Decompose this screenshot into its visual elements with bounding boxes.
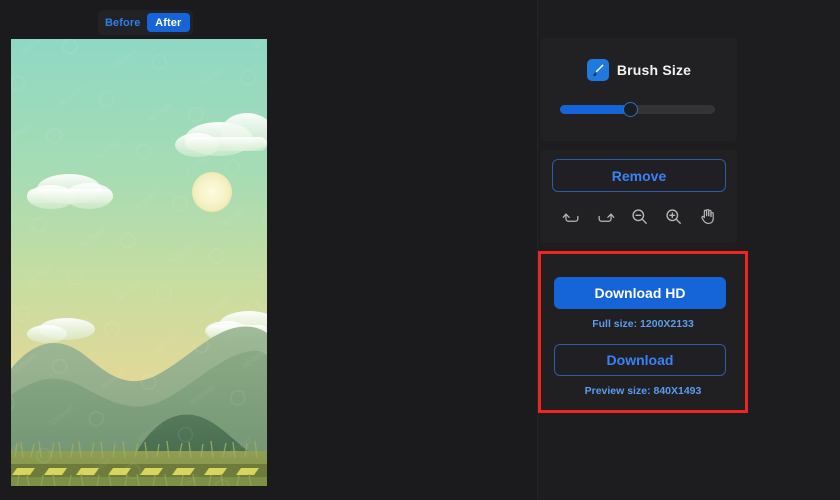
before-after-toggle[interactable]: Before After (98, 10, 193, 35)
image-preview[interactable]: apower (11, 39, 267, 486)
download-section-highlight: Download HD Full size: 1200X2133 Downloa… (538, 251, 748, 413)
remove-button[interactable]: Remove (552, 159, 726, 192)
canvas-area: Before After (0, 0, 537, 500)
hand-tool-icon[interactable] (696, 205, 718, 227)
watermark-overlay (11, 39, 267, 486)
brush-icon (586, 59, 609, 81)
redo-icon[interactable] (594, 205, 616, 227)
brush-size-card: Brush Size (541, 38, 737, 141)
preview-size-label: Preview size: 840X1493 (584, 385, 702, 397)
undo-icon[interactable] (560, 205, 582, 227)
image-editor-app: Before After Brush Size Remove Download … (0, 0, 840, 500)
before-tab[interactable]: Before (101, 13, 145, 32)
right-tools-panel: Brush Size Remove Download HD Full size:… (537, 0, 840, 500)
zoom-out-icon[interactable] (628, 205, 650, 227)
brush-size-label: Brush Size (616, 62, 692, 78)
tool-icon-row (552, 200, 726, 232)
brush-size-header: Brush Size (541, 59, 737, 81)
slider-fill (560, 105, 632, 114)
landscape-illustration: apower (11, 39, 267, 486)
slider-thumb[interactable] (623, 102, 639, 117)
full-size-label: Full size: 1200X2133 (592, 318, 694, 330)
brush-size-slider[interactable] (560, 100, 715, 118)
edit-tools-card: Remove (541, 150, 737, 243)
after-tab[interactable]: After (146, 13, 190, 32)
download-button[interactable]: Download (554, 344, 726, 376)
download-hd-button[interactable]: Download HD (554, 277, 726, 309)
zoom-in-icon[interactable] (662, 205, 684, 227)
